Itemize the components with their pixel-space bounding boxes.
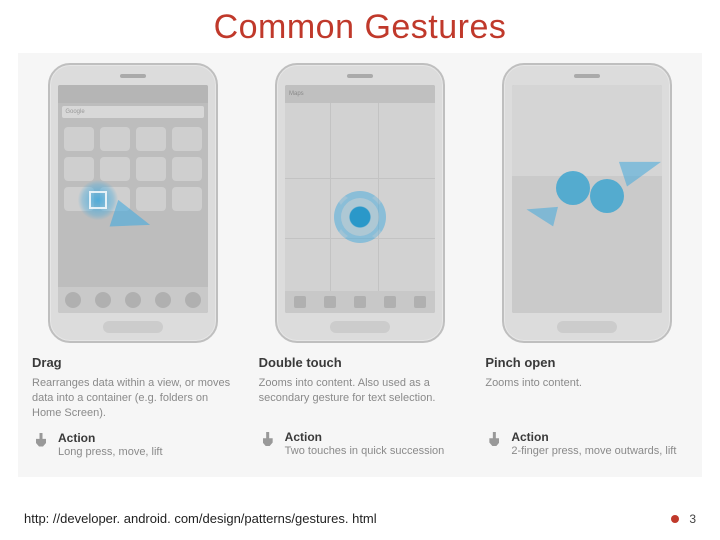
source-url: http: //developer. android. com/design/p… — [24, 511, 377, 526]
gesture-description: Rearranges data within a view, or moves … — [32, 376, 235, 421]
action-text: 2-finger press, move outwards, lift — [511, 444, 676, 458]
gesture-name: Drag — [32, 355, 235, 370]
hand-icon — [259, 430, 277, 452]
slide-footer: http: //developer. android. com/design/p… — [24, 511, 696, 526]
action-text: Two touches in quick succession — [285, 444, 445, 458]
action-text: Long press, move, lift — [58, 445, 163, 459]
double-touch-indicator — [334, 191, 386, 243]
gesture-col-drag: Google Drag Rearranges data within a vie… — [32, 63, 235, 459]
action-label: Action — [285, 430, 445, 444]
homescreen-search: Google — [62, 106, 204, 118]
pinch-touch-indicator — [556, 171, 590, 205]
action-label: Action — [58, 431, 163, 445]
action-label: Action — [511, 430, 676, 444]
pinch-touch-indicator — [590, 179, 624, 213]
phone-mockup-drag: Google — [48, 63, 218, 343]
gesture-col-pinch-open: Pinch open Zooms into content. Action 2-… — [485, 63, 688, 459]
map-title: Maps — [285, 85, 435, 103]
hand-icon — [32, 431, 50, 453]
bullet-icon — [671, 515, 679, 523]
phone-mockup-double-touch: Maps — [275, 63, 445, 343]
gesture-name: Double touch — [259, 355, 462, 370]
gesture-name: Pinch open — [485, 355, 688, 370]
gesture-panel: Google Drag Rearranges data within a vie… — [18, 53, 702, 477]
hand-icon — [485, 430, 503, 452]
phone-mockup-pinch-open — [502, 63, 672, 343]
page-number: 3 — [689, 512, 696, 526]
gesture-description: Zooms into content. — [485, 376, 688, 420]
gesture-col-double-touch: Maps Double touch Zooms into content. Al… — [259, 63, 462, 459]
gesture-description: Zooms into content. Also used as a secon… — [259, 376, 462, 420]
slide-title: Common Gestures — [0, 0, 720, 47]
